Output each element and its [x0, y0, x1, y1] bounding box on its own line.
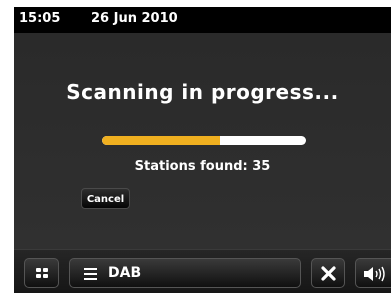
clock-date: 26 Jun 2010 — [91, 11, 178, 26]
scan-progress-bar — [102, 136, 306, 145]
menu-button[interactable] — [24, 258, 59, 288]
scan-panel: Scanning in progress... Stations found: … — [14, 33, 391, 249]
clock-time: 15:05 — [19, 11, 61, 26]
radio-display: 15:05 26 Jun 2010 Scanning in progress..… — [14, 7, 391, 293]
close-icon — [321, 266, 336, 281]
screen: 15:05 26 Jun 2010 Scanning in progress..… — [0, 0, 391, 293]
source-label: DAB — [108, 265, 142, 281]
volume-icon — [364, 266, 385, 282]
bottom-toolbar: DAB — [14, 249, 391, 293]
scan-progress-fill — [102, 136, 221, 145]
status-bar: 15:05 26 Jun 2010 — [14, 7, 391, 33]
volume-button[interactable] — [355, 258, 391, 288]
hamburger-icon — [84, 267, 97, 280]
stations-found-label: Stations found: 35 — [134, 159, 271, 174]
close-button[interactable] — [311, 258, 345, 288]
source-button[interactable]: DAB — [69, 258, 301, 288]
cancel-button[interactable]: Cancel — [81, 188, 130, 209]
scan-title: Scanning in progress... — [66, 80, 339, 104]
grid-icon — [36, 268, 48, 279]
